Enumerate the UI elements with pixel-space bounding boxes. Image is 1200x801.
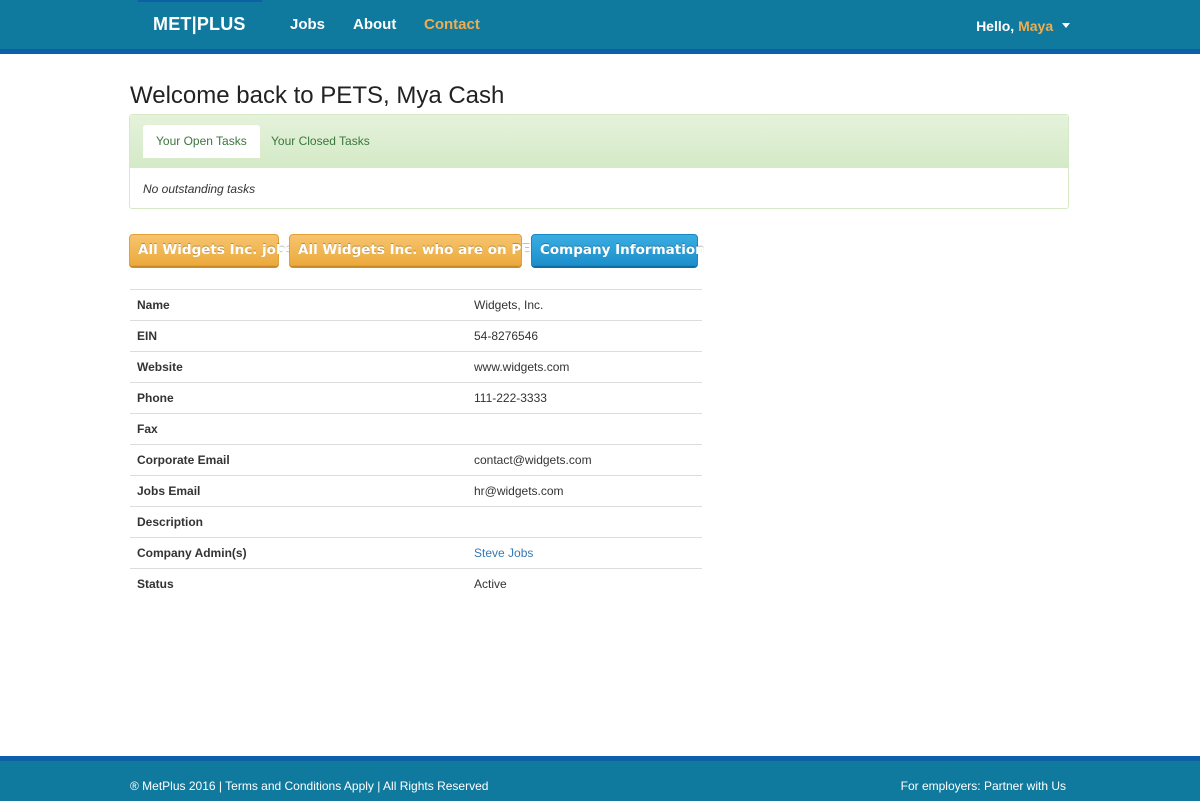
field-value: Widgets, Inc. — [474, 298, 544, 312]
nav-link-contact[interactable]: Contact — [424, 16, 480, 33]
field-value: 111-222-3333 — [474, 391, 547, 405]
field-value-cell: 111-222-3333 — [467, 382, 702, 414]
table-row: Fax — [130, 413, 702, 445]
tasks-panel: Your Open Tasks Your Closed Tasks No out… — [129, 114, 1069, 209]
field-value-cell: hr@widgets.com — [467, 475, 702, 507]
tasks-empty-message: No outstanding tasks — [143, 182, 256, 196]
field-value-cell: Active — [467, 568, 702, 599]
table-row: Name Widgets, Inc. — [130, 289, 702, 321]
field-label: Name — [130, 289, 467, 321]
footer-separator: | — [377, 779, 381, 793]
field-value-cell — [467, 413, 702, 445]
footer-separator: | — [218, 779, 223, 793]
field-label: Status — [130, 568, 467, 599]
page-title: Welcome back to PETS, Mya Cash — [130, 82, 505, 109]
partner-with-us-link[interactable]: For employers: Partner with Us — [901, 779, 1066, 793]
field-label: Fax — [130, 413, 467, 445]
terms-link[interactable]: Terms and Conditions Apply — [225, 779, 374, 793]
table-row: Corporate Email contact@widgets.com — [130, 444, 702, 476]
field-label: Jobs Email — [130, 475, 467, 507]
field-value-cell: 54-8276546 — [467, 320, 702, 352]
table-row: Description — [130, 506, 702, 538]
nav-link-about[interactable]: About — [353, 16, 396, 33]
company-information-button[interactable]: Company Information — [531, 234, 705, 266]
user-menu-dropdown[interactable]: Hello, Maya — [976, 18, 1070, 34]
field-value: hr@widgets.com — [474, 484, 564, 498]
caret-down-icon — [1062, 22, 1070, 28]
tab-open-tasks[interactable]: Your Open Tasks — [143, 125, 260, 158]
field-label: Corporate Email — [130, 444, 467, 476]
field-label: EIN — [130, 320, 467, 352]
tab-closed-tasks[interactable]: Your Closed Tasks — [258, 125, 383, 158]
all-jobs-button[interactable]: All Widgets Inc. jobs — [129, 234, 294, 266]
all-users-on-pets-button[interactable]: All Widgets Inc. who are on PETS — [289, 234, 549, 266]
field-label: Description — [130, 506, 467, 538]
greeting-text: Hello, — [976, 18, 1015, 34]
table-row: Jobs Email hr@widgets.com — [130, 475, 702, 507]
top-navbar: MET|PLUS Jobs About Contact Hello, Maya — [0, 0, 1200, 54]
company-admin-link[interactable]: Steve Jobs — [474, 546, 533, 560]
footer: ® MetPlus 2016 | Terms and Conditions Ap… — [0, 756, 1200, 801]
field-label: Website — [130, 351, 467, 383]
footer-rights: All Rights Reserved — [383, 779, 489, 793]
field-value-cell: contact@widgets.com — [467, 444, 702, 476]
tasks-tab-bar: Your Open Tasks Your Closed Tasks — [130, 115, 1068, 168]
footer-left: ® MetPlus 2016 | Terms and Conditions Ap… — [130, 779, 488, 793]
field-value-cell — [467, 506, 702, 538]
field-label: Phone — [130, 382, 467, 414]
company-info-table: Name Widgets, Inc. EIN 54-8276546 Website www… — [130, 289, 702, 599]
field-value-cell: Widgets, Inc. — [467, 289, 702, 321]
field-value: Active — [474, 577, 507, 591]
field-value-cell: www.widgets.com — [467, 351, 702, 383]
field-value-cell: Steve Jobs — [467, 537, 702, 569]
field-value: www.widgets.com — [474, 360, 570, 374]
footer-copyright: ® MetPlus 2016 — [130, 779, 216, 793]
table-row: EIN 54-8276546 — [130, 320, 702, 352]
table-row: Company Admin(s) Steve Jobs — [130, 537, 702, 569]
brand-accent-bar — [138, 0, 262, 2]
table-row: Website www.widgets.com — [130, 351, 702, 383]
user-name: Maya — [1018, 18, 1054, 34]
field-value: 54-8276546 — [474, 329, 539, 343]
field-value: contact@widgets.com — [474, 453, 592, 467]
table-row: Status Active — [130, 568, 702, 599]
nav-link-jobs[interactable]: Jobs — [290, 16, 325, 33]
brand-logo-link[interactable]: MET|PLUS — [153, 14, 246, 35]
table-row: Phone 111-222-3333 — [130, 382, 702, 414]
field-label: Company Admin(s) — [130, 537, 467, 569]
